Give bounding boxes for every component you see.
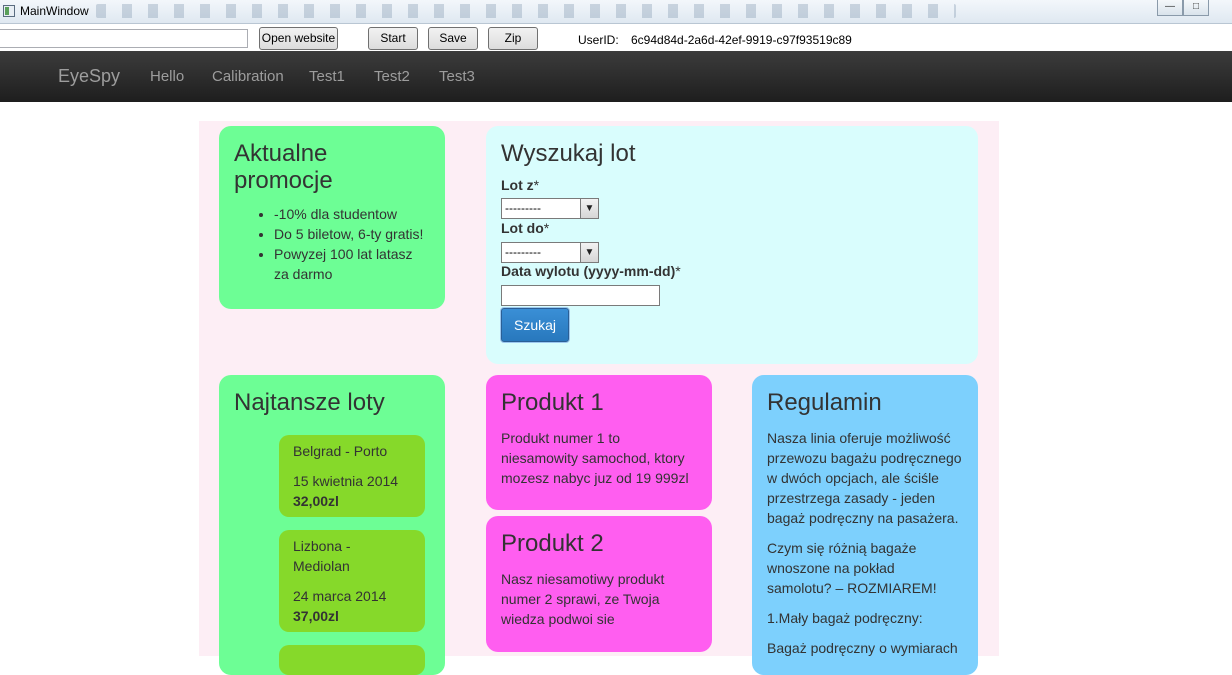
zip-button[interactable]: Zip [488, 27, 538, 50]
rules-title: Regulamin [767, 389, 882, 416]
rules-paragraph: Bagaż podręczny o wymiarach [767, 640, 958, 656]
chevron-down-icon: ▼ [580, 199, 598, 218]
flight-date: 15 kwietnia 2014 [293, 473, 399, 489]
date-label: Data wylotu (yyyy-mm-dd)* [501, 263, 681, 279]
rules-paragraph: Czym się różnią bagaże wnoszone na pokła… [767, 540, 937, 596]
date-input[interactable] [501, 285, 660, 306]
nav-link-test2[interactable]: Test2 [374, 68, 410, 85]
userid-label: UserID: [578, 33, 619, 47]
product-1-text: Produkt numer 1 to niesamowity samochod,… [501, 430, 689, 486]
page-content: Aktualne promocje -10% dla studentow Do … [199, 121, 999, 675]
to-label: Lot do* [501, 220, 550, 236]
rules-card: Regulamin Nasza linia oferuje możliwość … [752, 375, 978, 675]
flight-item[interactable]: Lizbona - Mediolan 24 marca 2014 37,00zl [279, 530, 425, 632]
minimize-icon[interactable]: — [1157, 0, 1183, 16]
nav-link-calibration[interactable]: Calibration [212, 68, 284, 85]
url-input[interactable] [0, 29, 248, 48]
flight-item[interactable]: Belgrad - Porto 15 kwietnia 2014 32,00zl [279, 435, 425, 517]
product-2-title: Produkt 2 [501, 530, 604, 557]
promo-item: -10% dla studentow [274, 204, 430, 224]
flight-price: 37,00zl [293, 608, 339, 624]
flight-date: 24 marca 2014 [293, 588, 387, 604]
product-1-title: Produkt 1 [501, 389, 604, 416]
promo-list: -10% dla studentow Do 5 biletow, 6-ty gr… [274, 204, 430, 284]
promo-card: Aktualne promocje -10% dla studentow Do … [219, 126, 445, 309]
to-select[interactable]: --------- ▼ [501, 242, 599, 263]
save-button[interactable]: Save [428, 27, 478, 50]
maximize-icon[interactable]: □ [1183, 0, 1209, 16]
nav-link-test1[interactable]: Test1 [309, 68, 345, 85]
open-website-button[interactable]: Open website [259, 27, 338, 50]
flight-route: Lizbona - Mediolan [293, 538, 351, 574]
search-title: Wyszukaj lot [501, 140, 636, 167]
userid-value: 6c94d84d-2a6d-42ef-9919-c97f93519c89 [631, 33, 852, 47]
product-2-card: Produkt 2 Nasz niesamotiwy produkt numer… [486, 516, 712, 652]
from-label: Lot z* [501, 177, 540, 193]
start-button[interactable]: Start [368, 27, 418, 50]
nav-link-test3[interactable]: Test3 [439, 68, 475, 85]
site-navbar: EyeSpy Hello Calibration Test1 Test2 Tes… [0, 51, 1232, 102]
flight-search-card: Wyszukaj lot Lot z* --------- ▼ Lot do* -… [486, 126, 978, 364]
from-select[interactable]: --------- ▼ [501, 198, 599, 219]
app-icon [3, 5, 15, 17]
brand-link[interactable]: EyeSpy [58, 66, 120, 87]
search-button[interactable]: Szukaj [501, 308, 569, 342]
flight-price: 32,00zl [293, 493, 339, 509]
promo-title: Aktualne promocje [234, 140, 333, 194]
app-toolbar: Open website Start Save Zip UserID: 6c94… [0, 24, 1232, 51]
nav-link-hello[interactable]: Hello [150, 68, 184, 85]
product-2-text: Nasz niesamotiwy produkt numer 2 sprawi,… [501, 571, 665, 627]
promo-item: Powyzej 100 lat latasz za darmo [274, 244, 430, 284]
rules-paragraph: Nasza linia oferuje możliwość przewozu b… [767, 430, 962, 526]
flight-item[interactable] [279, 645, 425, 675]
cheapest-title: Najtansze loty [234, 389, 385, 416]
rules-paragraph: 1.Mały bagaż podręczny: [767, 610, 923, 626]
chevron-down-icon: ▼ [580, 243, 598, 262]
background-window-ghost [96, 4, 956, 18]
window-title: MainWindow [20, 4, 89, 18]
flight-route: Belgrad - Porto [293, 443, 388, 459]
product-1-card: Produkt 1 Produkt numer 1 to niesamowity… [486, 375, 712, 510]
promo-item: Do 5 biletow, 6-ty gratis! [274, 224, 430, 244]
cheapest-flights-card: Najtansze loty Belgrad - Porto 15 kwietn… [219, 375, 445, 675]
window-titlebar: MainWindow — □ [0, 0, 1232, 24]
